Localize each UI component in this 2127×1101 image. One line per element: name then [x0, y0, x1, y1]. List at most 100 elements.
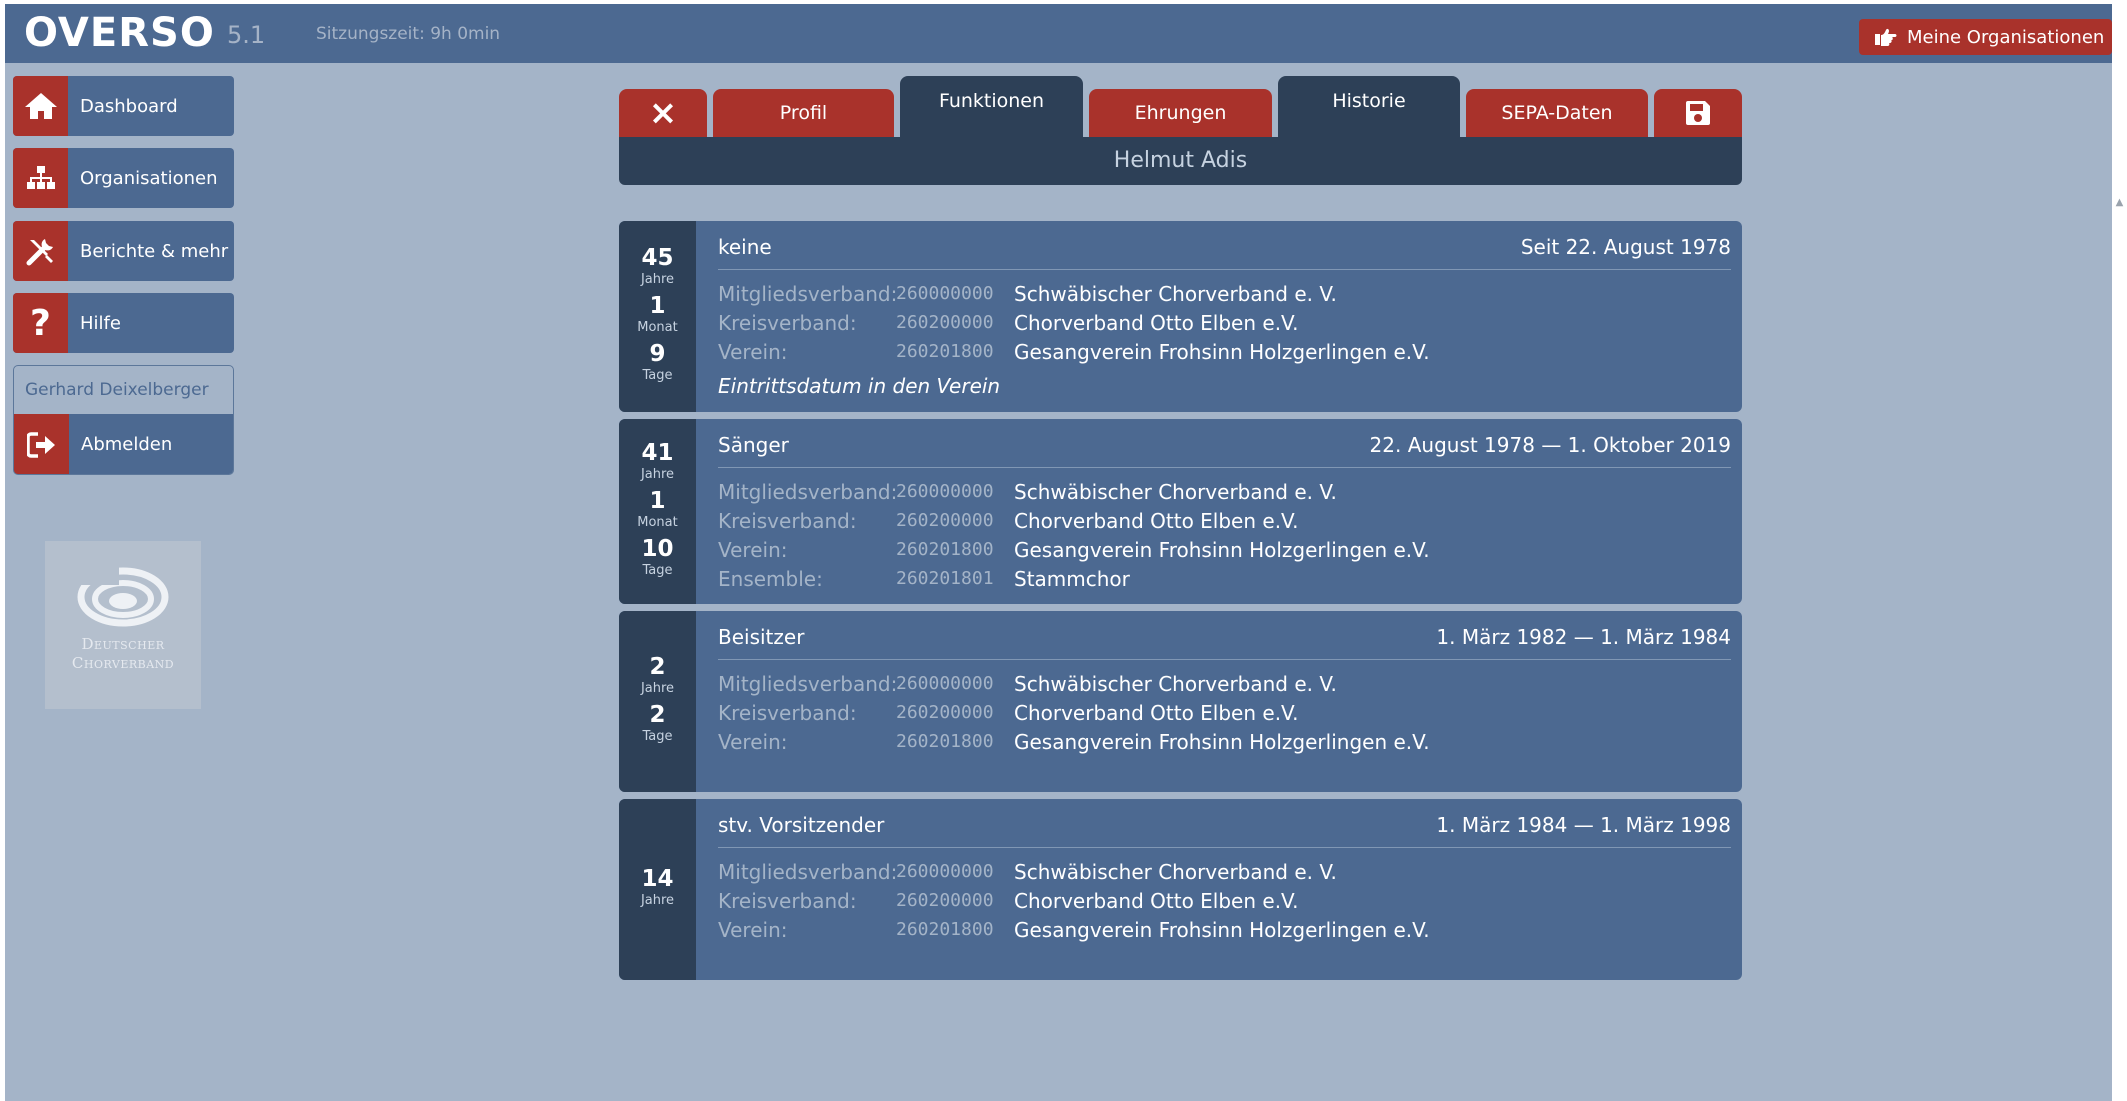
logo-text: Deutscher Chorverband: [71, 635, 175, 672]
org-row: Mitgliedsverband: 260000000 Schwäbischer…: [718, 279, 1337, 308]
sidebar-item-label: Dashboard: [80, 95, 178, 117]
duration-panel: 45 Jahre 1 Monat 9 Tage: [619, 221, 696, 412]
org-row: Kreisverband: 260200000 Chorverband Otto…: [718, 308, 1299, 337]
tab-label: Profil: [779, 102, 828, 124]
close-button[interactable]: ×: [619, 89, 707, 137]
org-code: 260201800: [896, 919, 994, 940]
tab-ehrungen[interactable]: Ehrungen: [1089, 89, 1272, 137]
duration-unit: Jahre: [640, 271, 675, 287]
org-name: Gesangverein Frohsinn Holzgerlingen e.V.: [1014, 537, 1430, 562]
duration-panel: 2 Jahre 2 Tage: [619, 611, 696, 792]
org-name: Schwäbischer Chorverband e. V.: [1014, 281, 1337, 306]
org-code: 260201800: [896, 731, 994, 752]
org-row: Verein: 260201800 Gesangverein Frohsinn …: [718, 727, 1430, 756]
org-name: Chorverband Otto Elben e.V.: [1014, 508, 1299, 533]
org-code: 260200000: [896, 510, 994, 531]
tab-funktionen[interactable]: Funktionen: [900, 76, 1083, 137]
function-date: 1. März 1982 — 1. März 1984: [1436, 625, 1731, 649]
org-name: Stammchor: [1014, 566, 1130, 591]
duration-unit: Tage: [642, 367, 673, 383]
org-label: Mitgliedsverband:: [718, 281, 898, 306]
top-header: OVERSO 5.1 Sitzungszeit: 9h 0min Meine O…: [5, 4, 2112, 63]
org-name: Chorverband Otto Elben e.V.: [1014, 888, 1299, 913]
function-date: Seit 22. August 1978: [1520, 235, 1731, 259]
org-code: 260000000: [896, 283, 994, 304]
org-code: 260200000: [896, 702, 994, 723]
duration-unit: Jahre: [640, 680, 675, 696]
org-name: Schwäbischer Chorverband e. V.: [1014, 479, 1337, 504]
org-name: Chorverband Otto Elben e.V.: [1014, 310, 1299, 335]
tab-label: Historie: [1332, 89, 1406, 112]
tab-historie[interactable]: Historie: [1278, 76, 1460, 137]
org-name: Schwäbischer Chorverband e. V.: [1014, 671, 1337, 696]
org-label: Kreisverband:: [718, 888, 857, 913]
tab-label: Ehrungen: [1134, 102, 1227, 124]
duration-value: 14: [641, 865, 674, 892]
sidebar-item-hilfe[interactable]: ? Hilfe: [13, 293, 234, 353]
duration-unit: Monat: [637, 514, 678, 530]
divider: [718, 467, 1731, 468]
duration-unit: Jahre: [640, 466, 675, 482]
tab-profil[interactable]: Profil: [713, 89, 894, 137]
sidebar-item-berichte[interactable]: Berichte & mehr: [13, 221, 234, 281]
app-logo[interactable]: OVERSO: [24, 10, 215, 56]
sign-out-icon: [14, 414, 69, 474]
sidebar-item-label: Organisationen: [80, 167, 218, 189]
home-icon: [13, 76, 68, 136]
question-icon: ?: [13, 293, 68, 353]
org-row: Mitgliedsverband: 260000000 Schwäbischer…: [718, 857, 1337, 886]
org-label: Mitgliedsverband:: [718, 859, 898, 884]
org-label: Mitgliedsverband:: [718, 671, 898, 696]
scroll-up-arrow-icon[interactable]: ▲: [2112, 196, 2127, 210]
function-card: 45 Jahre 1 Monat 9 Tage keine Seit 22. A…: [619, 221, 1742, 412]
session-time: Sitzungszeit: 9h 0min: [316, 24, 501, 44]
duration-value: 2: [649, 701, 666, 728]
function-title: Beisitzer: [718, 625, 805, 649]
logout-label: Abmelden: [81, 434, 173, 455]
org-label: Ensemble:: [718, 566, 823, 591]
function-date: 22. August 1978 — 1. Oktober 2019: [1369, 433, 1731, 457]
scrollbar-track[interactable]: [2112, 0, 2127, 1101]
function-title: keine: [718, 235, 772, 259]
my-organisations-button[interactable]: Meine Organisationen: [1859, 19, 2112, 55]
duration-panel: 14 Jahre: [619, 799, 696, 980]
app-version: 5.1: [227, 21, 266, 49]
divider: [718, 269, 1731, 270]
my-organisations-label: Meine Organisationen: [1907, 26, 2105, 48]
duration-value: 10: [641, 535, 674, 562]
function-date: 1. März 1984 — 1. März 1998: [1436, 813, 1731, 837]
org-label: Verein:: [718, 917, 788, 942]
org-label: Verein:: [718, 537, 788, 562]
org-label: Verein:: [718, 729, 788, 754]
org-row: Verein: 260201800 Gesangverein Frohsinn …: [718, 337, 1430, 366]
tab-label: Funktionen: [938, 89, 1045, 112]
logout-button[interactable]: Abmelden: [14, 414, 233, 474]
org-name: Schwäbischer Chorverband e. V.: [1014, 859, 1337, 884]
person-name-bar: Helmut Adis: [619, 137, 1742, 185]
org-code: 260000000: [896, 861, 994, 882]
tab-sepa-daten[interactable]: SEPA-Daten: [1466, 89, 1648, 137]
user-box: Gerhard Deixelberger Abmelden: [13, 365, 234, 475]
org-row: Verein: 260201800 Gesangverein Frohsinn …: [718, 915, 1430, 944]
sitemap-icon: [13, 148, 68, 208]
close-icon: ×: [648, 93, 678, 133]
sidebar-item-organisationen[interactable]: Organisationen: [13, 148, 234, 208]
function-card: 14 Jahre stv. Vorsitzender 1. März 1984 …: [619, 799, 1742, 980]
sidebar-item-label: Berichte & mehr: [80, 240, 229, 262]
duration-panel: 41 Jahre 1 Monat 10 Tage: [619, 419, 696, 604]
tab-label: SEPA-Daten: [1501, 102, 1613, 124]
sidebar-item-dashboard[interactable]: Dashboard: [13, 76, 234, 136]
org-code: 260201800: [896, 539, 994, 560]
org-code: 260201801: [896, 568, 994, 589]
org-code: 260201800: [896, 341, 994, 362]
org-row: Kreisverband: 260200000 Chorverband Otto…: [718, 506, 1299, 535]
save-icon: [1686, 101, 1710, 125]
org-row: Verein: 260201800 Gesangverein Frohsinn …: [718, 535, 1430, 564]
save-button[interactable]: [1654, 89, 1742, 137]
duration-unit: Jahre: [640, 892, 675, 908]
org-label: Mitgliedsverband:: [718, 479, 898, 504]
org-label: Kreisverband:: [718, 310, 857, 335]
org-row: Ensemble: 260201801 Stammchor: [718, 564, 1130, 593]
duration-value: 41: [641, 439, 674, 466]
org-label: Kreisverband:: [718, 508, 857, 533]
